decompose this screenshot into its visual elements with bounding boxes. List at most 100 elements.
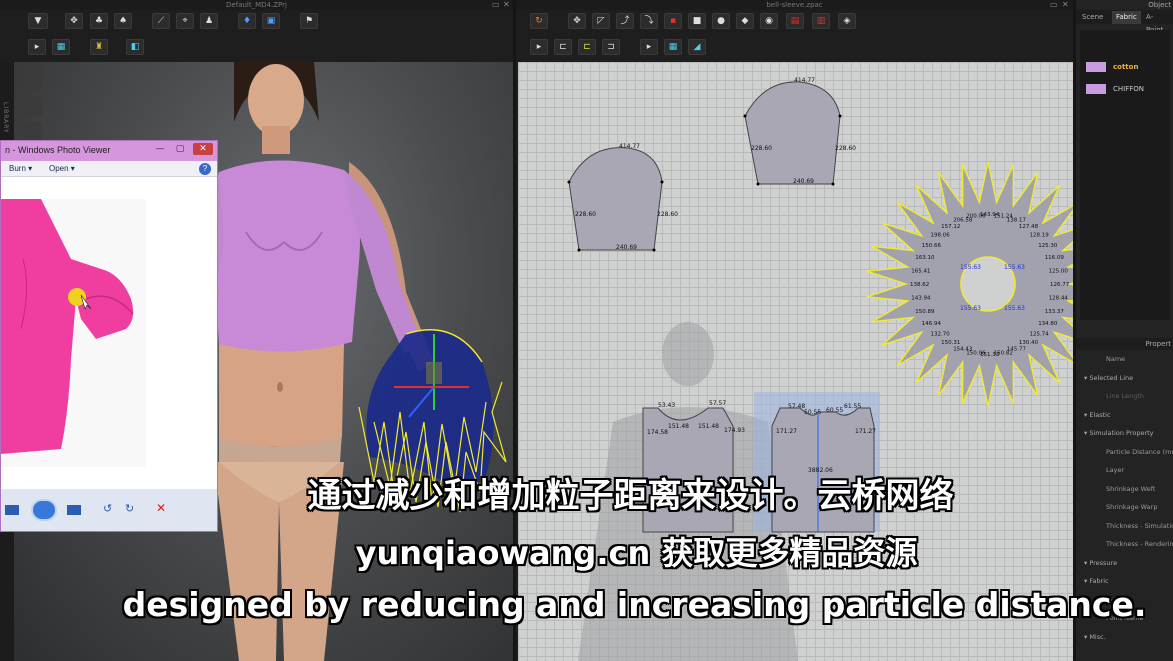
help-icon[interactable]: ? bbox=[199, 163, 211, 175]
2d-toolbar: ↻ ✥ ◸ ⤴ ⤵ ▪ ■ ● ◆ ◉ ▤ ▥ ◈ ▸ ⊏ ⊏ ⊐ ▸ ▦ ◢ bbox=[516, 10, 1073, 62]
trace-icon[interactable]: ⊏ bbox=[554, 39, 572, 55]
tack-icon[interactable]: ⌖ bbox=[176, 13, 194, 29]
arrange-icon[interactable]: ⊐ bbox=[602, 39, 620, 55]
close-icon[interactable]: ✕ bbox=[1062, 0, 1069, 9]
bodice-back-label-4: 61.55 bbox=[844, 403, 861, 410]
open-menu[interactable]: Open ▾ bbox=[49, 161, 75, 177]
ruffle-edge-length-label: 150.89 bbox=[915, 309, 935, 315]
select-points-icon[interactable]: ▸ bbox=[530, 39, 548, 55]
select-points-icon[interactable]: ▸ bbox=[28, 39, 46, 55]
texture-icon[interactable]: ▦ bbox=[664, 39, 682, 55]
ruffle-edge-length-label: 150.31 bbox=[941, 340, 960, 346]
property-row[interactable]: ▾ Misc. bbox=[1080, 630, 1173, 644]
add-point-icon[interactable]: ⤵ bbox=[640, 13, 658, 29]
property-row[interactable]: ▾ Simulation Property bbox=[1080, 426, 1173, 440]
fabric-swatch bbox=[1086, 84, 1106, 94]
property-row[interactable]: Name bbox=[1080, 352, 1173, 366]
sleeve-left-top-length: 414.77 bbox=[619, 143, 640, 150]
ruffle-edge-length-label: 150.66 bbox=[922, 243, 942, 249]
ruffle-inner-label-2: 155.63 bbox=[1004, 264, 1025, 271]
subtitle-line-3: designed by reducing and increasing part… bbox=[122, 585, 1147, 624]
sleeve-pattern-left: 414.77 228.60 228.60 240.69 bbox=[567, 143, 678, 252]
ruffle-edge-length-label: 125.00 bbox=[1049, 268, 1069, 274]
texture-icon[interactable]: ▦ bbox=[52, 39, 70, 55]
edit-texture-icon[interactable]: ◢ bbox=[688, 39, 706, 55]
property-row[interactable]: ▾ Elastic bbox=[1080, 408, 1173, 422]
minimize-icon[interactable]: ▭ bbox=[492, 0, 500, 9]
select-move-icon[interactable]: ✥ bbox=[65, 13, 83, 29]
ruffle-edge-length-label: 154.43 bbox=[953, 347, 973, 353]
ruffle-edge-length-label: 132.70 bbox=[931, 332, 951, 338]
transform-pattern-icon[interactable]: ✥ bbox=[568, 13, 586, 29]
ruffle-edge-length-label: 138.62 bbox=[910, 282, 929, 288]
bodice-front-label-4: 151.48 bbox=[668, 423, 689, 430]
edit-curve-icon[interactable]: ⤴ bbox=[616, 13, 634, 29]
bodice-front-label-1: 53.43 bbox=[658, 402, 675, 409]
fold-icon[interactable]: ⊏ bbox=[578, 39, 596, 55]
ruffle-inner-label-4: 155.63 bbox=[1004, 305, 1025, 312]
ruffle-inner-label-1: 155.63 bbox=[960, 264, 981, 271]
avatar-pose-icon[interactable]: ♟ bbox=[200, 13, 218, 29]
garment-select-icon[interactable]: ♣ bbox=[90, 13, 108, 29]
internal-shape-icon[interactable]: ◉ bbox=[760, 13, 778, 29]
property-row[interactable]: Particle Distance (mm) bbox=[1080, 445, 1173, 459]
minimize-icon[interactable]: ▭ bbox=[1050, 0, 1058, 9]
bodice-back-label-1: 57.48 bbox=[788, 403, 805, 410]
fabric-swatch bbox=[1086, 62, 1106, 72]
segment-sewing-icon[interactable]: ▥ bbox=[812, 13, 830, 29]
edit-pattern-icon[interactable]: ◸ bbox=[592, 13, 610, 29]
close-icon[interactable]: ✕ bbox=[193, 143, 213, 155]
garment-top bbox=[212, 160, 360, 352]
library-label: LIBRARY bbox=[2, 102, 9, 134]
ruffle-edge-length-label: 165.41 bbox=[911, 268, 930, 274]
shirt-icon[interactable]: ♦ bbox=[238, 13, 256, 29]
ruffle-edge-length-label: 157.12 bbox=[941, 224, 960, 230]
bodice-front-label-6: 174.93 bbox=[724, 427, 745, 434]
bodice-front-label-2: 57.57 bbox=[709, 400, 726, 407]
layer-icon[interactable]: ▣ bbox=[262, 13, 280, 29]
free-sewing-icon[interactable]: ◈ bbox=[838, 13, 856, 29]
bodice-back-label-6: 171.27 bbox=[855, 428, 876, 435]
tab-scene[interactable]: Scene bbox=[1078, 11, 1107, 24]
tab-a-point[interactable]: A-Point bbox=[1142, 11, 1173, 34]
ruffle-edge-length-label: 128.44 bbox=[1049, 296, 1069, 302]
object-browser-title: Object bbox=[1148, 1, 1171, 9]
ruffle-edge-length-label: 163.10 bbox=[915, 255, 935, 261]
ruffle-edge-length-label: 127.48 bbox=[1019, 224, 1039, 230]
previous-icon[interactable] bbox=[5, 505, 19, 515]
ruffle-edge-length-label: 198.06 bbox=[931, 233, 951, 239]
rectangle-icon[interactable]: ■ bbox=[688, 13, 706, 29]
burn-menu[interactable]: Burn ▾ bbox=[9, 161, 32, 177]
sleeve-right-right-length: 228.60 bbox=[835, 145, 856, 152]
seam-icon[interactable]: ▤ bbox=[786, 13, 804, 29]
simulate-icon[interactable]: ⚑ bbox=[300, 13, 318, 29]
photo-viewer-menu: Burn ▾ Open ▾ ? bbox=[1, 161, 217, 177]
garment-fit-icon[interactable]: ♠ bbox=[114, 13, 132, 29]
dart-icon[interactable]: ◆ bbox=[736, 13, 754, 29]
pin-icon[interactable]: ⟋ bbox=[152, 13, 170, 29]
fabric-list: cotton CHIFFON bbox=[1080, 30, 1170, 320]
property-editor-title: Propert bbox=[1076, 338, 1173, 350]
body-icon[interactable]: ♜ bbox=[90, 39, 108, 55]
close-icon[interactable]: ✕ bbox=[503, 0, 510, 9]
polygon-icon[interactable]: ▪ bbox=[664, 13, 682, 29]
fabric-icon[interactable]: ◧ bbox=[126, 39, 144, 55]
circle-icon[interactable]: ● bbox=[712, 13, 730, 29]
2d-window-title: bell-sleeve.zpac bbox=[516, 0, 1073, 10]
select-mesh-icon[interactable]: ▸ bbox=[640, 39, 658, 55]
ruffle-edge-length-label: 125.30 bbox=[1038, 243, 1058, 249]
ruffle-edge-length-label: 134.80 bbox=[1038, 321, 1058, 327]
tab-fabric[interactable]: Fabric bbox=[1112, 11, 1141, 24]
object-browser-tabs: Scene Fabric A-Point bbox=[1076, 10, 1173, 34]
minimize-icon[interactable]: — bbox=[153, 143, 167, 155]
property-row[interactable]: ▾ Selected Line bbox=[1080, 371, 1173, 385]
3d-window-title: Default_MD4.ZPrj bbox=[0, 0, 513, 10]
arrow-down-icon[interactable]: ▼ bbox=[28, 13, 48, 29]
ruffle-inner-label-3: 155.63 bbox=[960, 305, 981, 312]
bodice-front-label-5: 151.48 bbox=[698, 423, 719, 430]
sync-icon[interactable]: ↻ bbox=[530, 13, 548, 29]
maximize-icon[interactable]: ▢ bbox=[173, 143, 187, 155]
ruffle-pattern: 143.94151.24138.17127.48128.19125.30116.… bbox=[866, 161, 1073, 407]
ruffle-edge-length-label: 200.06 bbox=[966, 213, 986, 219]
property-row[interactable]: Line Length bbox=[1080, 389, 1173, 403]
